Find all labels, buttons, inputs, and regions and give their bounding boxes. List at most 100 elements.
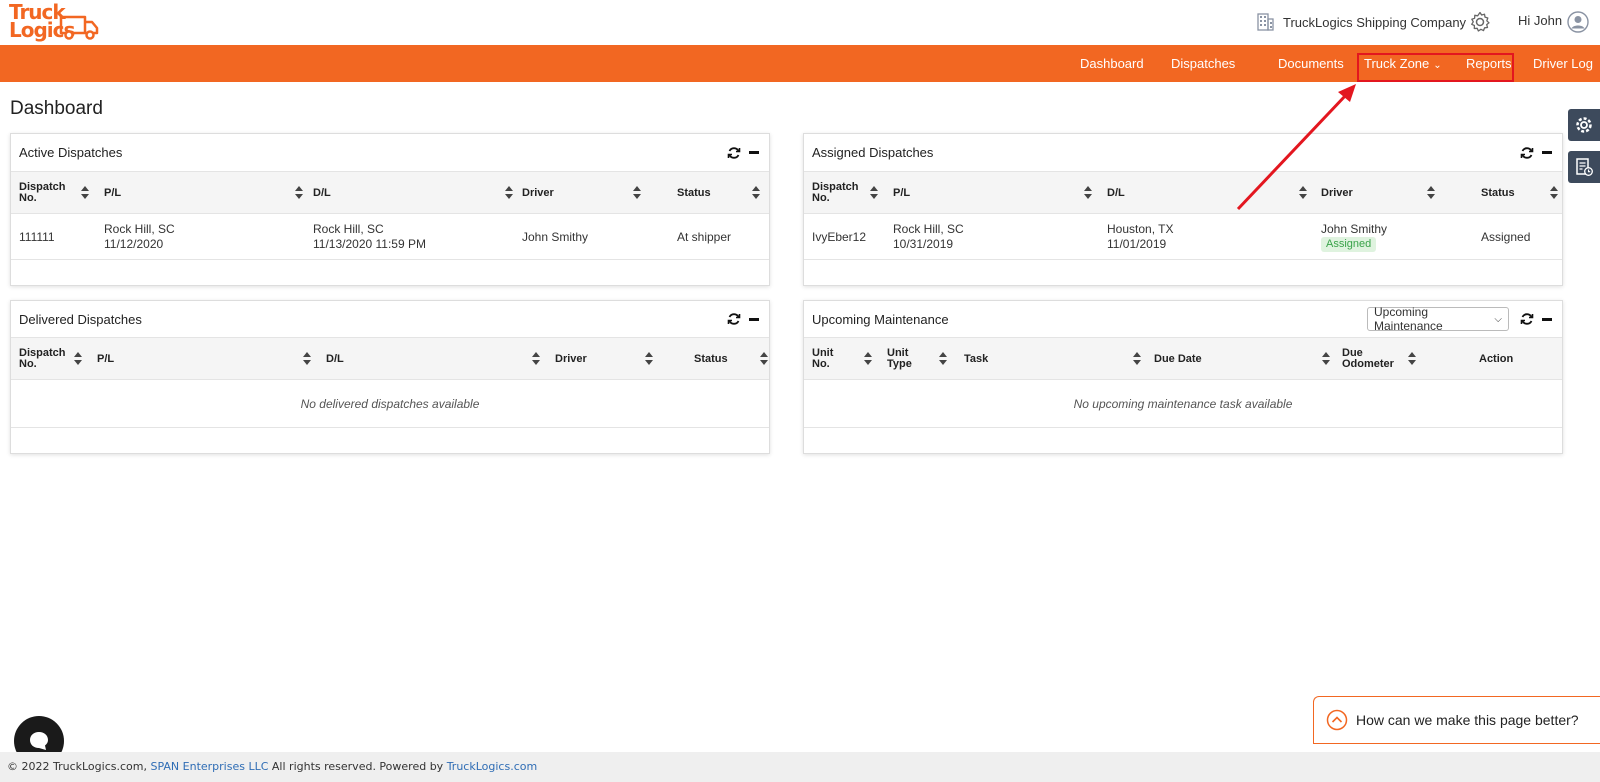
panel-title: Delivered Dispatches xyxy=(19,311,142,327)
sort-icon[interactable] xyxy=(1084,186,1092,199)
active-dispatches-panel: Active Dispatches Dispatch No. P/L D/L D… xyxy=(10,133,770,286)
upcoming-maintenance-panel: Upcoming Maintenance Upcoming Maintenanc… xyxy=(803,300,1563,454)
dispatch-no[interactable]: 111111 xyxy=(19,230,55,245)
nav-dispatches[interactable]: Dispatches xyxy=(1171,45,1235,82)
table-row[interactable]: 111111 Rock Hill, SC 11/12/2020 Rock Hill… xyxy=(11,214,769,260)
column-header-dl[interactable]: D/L xyxy=(1107,172,1125,214)
panel-header: Delivered Dispatches xyxy=(11,301,769,338)
sort-icon[interactable] xyxy=(939,352,947,365)
column-header-driver[interactable]: Driver xyxy=(1321,172,1353,214)
sort-icon[interactable] xyxy=(1408,352,1416,365)
column-header-dispatch-no[interactable]: Dispatch No. xyxy=(812,172,862,214)
column-header-status[interactable]: Status xyxy=(1481,172,1515,214)
panel-title: Active Dispatches xyxy=(19,145,123,160)
column-header-pl[interactable]: P/L xyxy=(104,172,121,214)
column-header-action: Action xyxy=(1479,352,1514,365)
panel-title: Assigned Dispatches xyxy=(812,145,934,160)
trucklogics-logo[interactable]: Truck Logics xyxy=(9,2,99,43)
report-history-tool[interactable] xyxy=(1568,151,1600,183)
collapse-icon[interactable] xyxy=(749,317,759,321)
column-header-pl[interactable]: P/L xyxy=(97,338,114,380)
column-header-status[interactable]: Status xyxy=(694,338,728,380)
column-header-task[interactable]: Task xyxy=(964,338,988,380)
nav-driver-log[interactable]: Driver Log xyxy=(1533,45,1593,82)
delivered-dispatches-panel: Delivered Dispatches Dispatch No. P/L D/… xyxy=(10,300,770,454)
company-switcher[interactable]: TruckLogics Shipping Company xyxy=(1255,12,1466,32)
column-header-dl[interactable]: D/L xyxy=(326,338,344,380)
column-header-pl[interactable]: P/L xyxy=(893,172,910,214)
settings-gear-icon[interactable] xyxy=(1468,10,1492,34)
sort-icon[interactable] xyxy=(1133,352,1141,365)
table-header: Dispatch No. P/L D/L Driver Status xyxy=(11,338,769,380)
annotation-highlight-box xyxy=(1357,53,1514,82)
dispatch-no[interactable]: IvyEber12 xyxy=(812,230,866,245)
delivery-date: 11/01/2019 xyxy=(1107,237,1167,251)
collapse-icon[interactable] xyxy=(749,151,759,154)
sort-icon[interactable] xyxy=(505,186,513,199)
column-header-unit-no[interactable]: Unit No. xyxy=(812,338,852,380)
driver-name: John Smithy xyxy=(522,229,589,244)
empty-message: No upcoming maintenance task available xyxy=(804,380,1562,428)
assigned-dispatches-panel: Assigned Dispatches Dispatch No. P/L D/L… xyxy=(803,133,1563,286)
sort-icon[interactable] xyxy=(1299,186,1307,199)
sort-icon[interactable] xyxy=(870,186,878,199)
nav-dashboard[interactable]: Dashboard xyxy=(1080,45,1144,82)
column-header-dispatch-no[interactable]: Dispatch No. xyxy=(19,172,69,214)
table-header: Dispatch No. P/L D/L Driver Status xyxy=(11,172,769,214)
arrowhead xyxy=(1338,84,1356,102)
column-header-due-date[interactable]: Due Date xyxy=(1154,338,1202,380)
refresh-icon[interactable] xyxy=(1520,146,1534,160)
feedback-label: How can we make this page better? xyxy=(1356,712,1579,728)
sort-icon[interactable] xyxy=(1427,186,1435,199)
maintenance-filter-select[interactable]: Upcoming Maintenance ⌵ xyxy=(1367,305,1509,333)
sort-icon[interactable] xyxy=(532,352,540,365)
sort-icon[interactable] xyxy=(864,352,872,365)
sort-icon[interactable] xyxy=(303,352,311,365)
table-row[interactable]: IvyEber12 Rock Hill, SC 10/31/2019 Housto… xyxy=(804,214,1562,260)
sort-icon[interactable] xyxy=(81,186,89,199)
panel-header: Active Dispatches xyxy=(11,134,769,172)
sort-icon[interactable] xyxy=(752,186,760,199)
truck-icon xyxy=(59,15,99,40)
chevron-up-circle-icon xyxy=(1326,709,1348,731)
footer-trucklogics-link[interactable]: TruckLogics.com xyxy=(447,760,538,773)
sort-icon[interactable] xyxy=(645,352,653,365)
sort-icon[interactable] xyxy=(1322,352,1330,365)
driver-assigned-badge: Assigned xyxy=(1321,237,1377,252)
refresh-icon[interactable] xyxy=(1520,312,1534,326)
pickup-date: 11/12/2020 xyxy=(104,237,164,251)
sort-icon[interactable] xyxy=(295,186,303,199)
footer-middle-text: All rights reserved. Powered by xyxy=(271,760,444,773)
column-header-dispatch-no[interactable]: Dispatch No. xyxy=(19,338,69,380)
column-header-due-odometer[interactable]: Due Odometer xyxy=(1342,338,1398,380)
panel-title: Upcoming Maintenance xyxy=(812,311,949,327)
help-settings-tool[interactable] xyxy=(1568,109,1600,141)
column-header-driver[interactable]: Driver xyxy=(522,172,554,214)
delivery-city: Houston, TX xyxy=(1107,222,1174,236)
sort-icon[interactable] xyxy=(1550,186,1558,199)
user-greeting[interactable]: Hi John xyxy=(1518,13,1562,28)
sort-icon[interactable] xyxy=(760,352,768,365)
column-header-driver[interactable]: Driver xyxy=(555,338,587,380)
pickup-city: Rock Hill, SC xyxy=(104,222,175,236)
top-header: Truck Logics TruckLogics Shipping Compan… xyxy=(0,0,1600,45)
refresh-icon[interactable] xyxy=(727,312,741,326)
column-header-status[interactable]: Status xyxy=(677,172,711,214)
footer-span-link[interactable]: SPAN Enterprises LLC xyxy=(150,760,268,773)
collapse-icon[interactable] xyxy=(1542,317,1552,321)
collapse-icon[interactable] xyxy=(1542,151,1552,154)
table-header: Dispatch No. P/L D/L Driver Status xyxy=(804,172,1562,214)
refresh-icon[interactable] xyxy=(727,146,741,160)
gear-icon xyxy=(1576,117,1592,133)
pickup-city: Rock Hill, SC xyxy=(893,222,964,236)
pickup-date: 10/31/2019 xyxy=(893,237,954,251)
sort-icon[interactable] xyxy=(74,352,82,365)
column-header-dl[interactable]: D/L xyxy=(313,172,331,214)
table-header: Unit No. Unit Type Task Due Date Due Odo… xyxy=(804,338,1562,380)
chat-icon xyxy=(30,732,48,750)
column-header-unit-type[interactable]: Unit Type xyxy=(887,338,927,380)
nav-documents[interactable]: Documents xyxy=(1278,45,1344,82)
feedback-widget[interactable]: How can we make this page better? xyxy=(1313,696,1600,744)
user-avatar-icon[interactable] xyxy=(1567,11,1589,33)
sort-icon[interactable] xyxy=(633,186,641,199)
